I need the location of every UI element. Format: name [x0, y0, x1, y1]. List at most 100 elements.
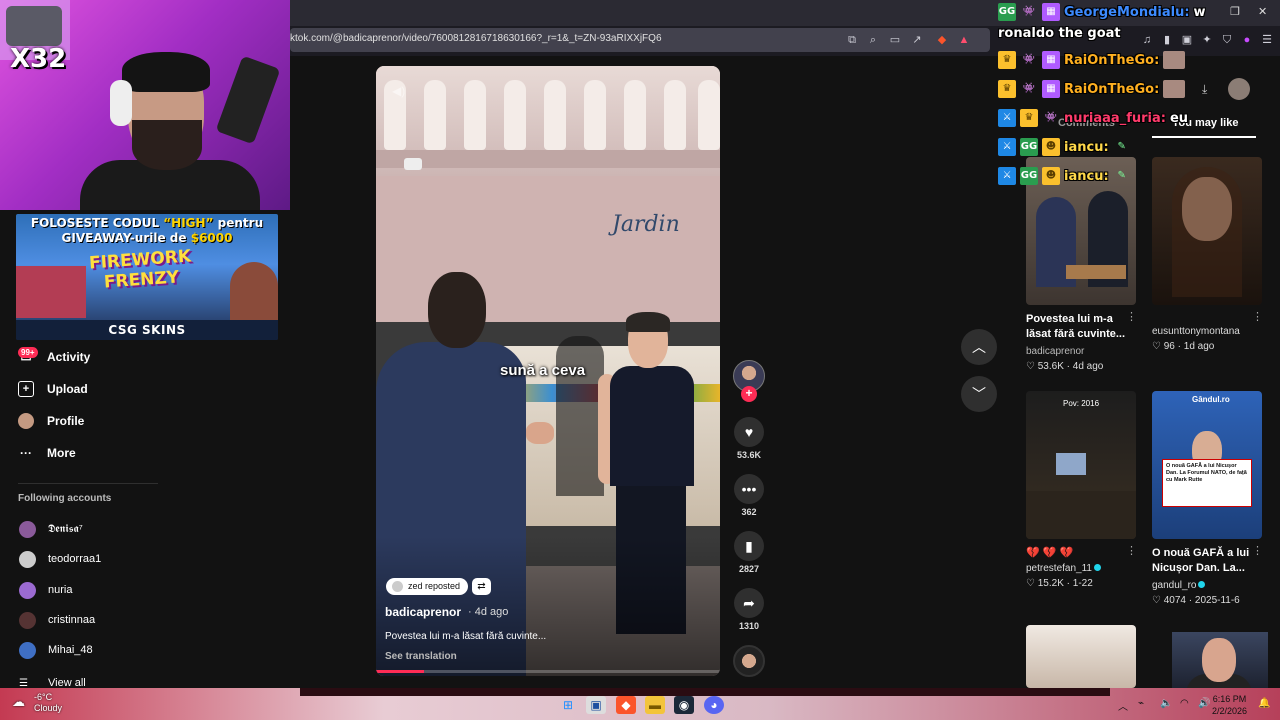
url-text[interactable]: ktok.com/@badicaprenor/video/76008128167… [290, 33, 662, 44]
sidebar-item-upload[interactable]: + Upload [18, 379, 88, 399]
following-account[interactable]: 𝕯𝖊𝖓𝖎𝖘𝖆⁷ [19, 520, 83, 538]
chat-username[interactable]: iancu: [1064, 140, 1109, 155]
chat-username[interactable]: nuriaaa_furia: [1064, 111, 1166, 126]
extensions-icon[interactable]: ✦ [1200, 33, 1214, 47]
chat-username[interactable]: iancu: [1064, 169, 1109, 184]
thumb-table [1066, 265, 1126, 279]
sidebar-item-more[interactable]: ··· More [18, 443, 76, 463]
see-translation-link[interactable]: See translation [385, 651, 457, 662]
card-username[interactable]: eusunttonymontana [1152, 326, 1240, 337]
reposted-label: zed reposted [408, 581, 461, 591]
sword-badge-icon: ⚔ [998, 138, 1016, 156]
notification-icon[interactable]: 🔔 [1258, 698, 1270, 709]
bookmark-icon[interactable]: ▮ [734, 531, 764, 561]
share-arrow-icon[interactable]: ➦ [734, 588, 764, 618]
weather-widget[interactable]: ☁ -6°C Cloudy [6, 692, 62, 714]
network-icon[interactable]: ⌁ [1138, 698, 1144, 709]
leo-icon[interactable]: ● [1240, 33, 1254, 47]
following-account[interactable]: nuria [19, 581, 72, 599]
more-options-icon[interactable]: ⋮ [1252, 310, 1263, 323]
wallet-icon[interactable]: ▣ [1180, 33, 1194, 47]
chat-username[interactable]: RaiOnTheGo: [1064, 82, 1159, 97]
baluster [584, 80, 606, 150]
repost-icon[interactable]: ⇄ [472, 578, 491, 595]
recommended-thumbnail[interactable] [1152, 157, 1262, 305]
brave-browser-icon[interactable]: ◆ [616, 696, 636, 714]
progress-track[interactable] [376, 670, 720, 673]
account-avatar [19, 581, 36, 599]
share-icon[interactable]: ↗ [910, 33, 924, 47]
comment-icon[interactable]: ••• [734, 474, 764, 504]
profile-avatar[interactable] [1228, 78, 1250, 100]
steam-icon[interactable]: ◉ [674, 696, 694, 714]
restore-button[interactable]: ❐ [1230, 5, 1240, 18]
system-clock[interactable]: 6:16 PM 2/2/2026 [1212, 693, 1247, 717]
card-title[interactable]: Povestea lui m-a lăsat fără cuvinte... [1026, 312, 1130, 342]
wifi-icon[interactable]: ◠ [1180, 698, 1189, 709]
follow-button[interactable]: + [741, 386, 757, 402]
windows-start-icon[interactable]: ⊞ [558, 696, 578, 714]
menu-icon[interactable]: ☰ [1260, 33, 1274, 47]
discord-icon[interactable]: ◕ [704, 696, 724, 714]
music-icon[interactable]: ♫ [1140, 33, 1154, 47]
clock-time: 6:16 PM [1212, 694, 1247, 704]
reposted-chip[interactable]: zed reposted [386, 578, 469, 595]
vpn-icon[interactable]: ⛉ [1220, 33, 1234, 47]
save-count: 2827 [738, 564, 760, 574]
recommended-thumbnail[interactable] [1026, 625, 1136, 688]
video-author[interactable]: badicaprenor [385, 605, 461, 619]
card-title[interactable]: O nouă GAFĂ a lui Nicușor Dan. La... [1152, 546, 1256, 576]
tray-expand-icon[interactable]: ︿ [1118, 698, 1128, 713]
volume-icon[interactable]: ◀) [392, 84, 405, 98]
emote-image [1163, 51, 1186, 69]
more-options-icon[interactable]: ⋮ [1252, 544, 1263, 557]
close-window-button[interactable]: ✕ [1258, 5, 1267, 18]
save-action[interactable]: ▮ 2827 [733, 531, 765, 574]
video-subtitle: sună a ceva [500, 362, 586, 379]
chat-username[interactable]: GeorgeMondialu: [1064, 5, 1190, 20]
share-action[interactable]: ➦ 1310 [733, 588, 765, 631]
recommended-thumbnail[interactable]: Gândul.ro O nouă GAFĂ a lui Nicușor Dan.… [1152, 391, 1262, 539]
following-account[interactable]: teodorraa1 [19, 550, 101, 568]
like-action[interactable]: ♥ 53.6K [733, 417, 765, 460]
music-disc-icon[interactable] [733, 645, 765, 677]
screen-icon[interactable]: ▭ [888, 33, 902, 47]
speaker-icon[interactable]: 🔈 [1160, 698, 1172, 709]
skull-badge-icon: ☻ [1042, 138, 1060, 156]
card-username[interactable]: gandul_ro [1152, 580, 1206, 591]
card-username[interactable]: petrestefan_11 [1026, 563, 1101, 574]
volume-icon[interactable]: 🔊 [1198, 698, 1210, 709]
previous-video-button[interactable]: ︿ [961, 329, 997, 365]
sidebar-item-profile[interactable]: Profile [18, 411, 84, 431]
chat-text: w [1193, 4, 1206, 20]
baluster [664, 80, 686, 150]
plus-square-icon: + [18, 381, 34, 397]
chat-username[interactable]: RaiOnTheGo: [1064, 53, 1159, 68]
promo-line1: FOLOSESTE CODUL “HIGH” pentru [16, 216, 278, 230]
card-meta: ♡ 53.6K · 4d ago [1026, 361, 1104, 372]
heart-icon[interactable]: ♥ [734, 417, 764, 447]
comment-action[interactable]: ••• 362 [733, 474, 765, 517]
recommended-thumbnail[interactable]: Pov: 2016 [1026, 391, 1136, 539]
chat-message: ♛ 👾 ▦ RaiOnTheGo: [998, 78, 1186, 100]
more-options-icon[interactable]: ⋮ [1126, 544, 1137, 557]
baluster [698, 80, 720, 150]
zoom-icon[interactable]: ⌕ [866, 33, 880, 47]
sidebar-item-label: Upload [47, 382, 88, 396]
file-explorer-icon[interactable]: ▬ [645, 696, 665, 714]
head [428, 272, 486, 348]
following-account[interactable]: Mihai_48 [19, 641, 93, 659]
next-video-button[interactable]: ﹀ [961, 376, 997, 412]
more-options-icon[interactable]: ⋮ [1126, 310, 1137, 323]
promo-banner: FOLOSESTE CODUL “HIGH” pentru GIVEAWAY-u… [16, 214, 278, 340]
brave-shield-icon[interactable]: ◆ [935, 33, 949, 47]
following-accounts-title: Following accounts [18, 493, 112, 504]
rewards-icon[interactable]: ▲ [957, 33, 971, 47]
task-view-icon[interactable]: ▣ [586, 696, 606, 714]
following-account[interactable]: cristinnaa [19, 611, 95, 629]
card-username[interactable]: badicaprenor [1026, 346, 1084, 357]
reader-icon[interactable]: ⧉ [845, 33, 859, 47]
promo-line2: GIVEAWAY-urile de $6000 [16, 231, 278, 245]
download-icon[interactable]: ⤓ [1202, 82, 1207, 97]
sidebar-icon[interactable]: ▮ [1160, 33, 1174, 47]
